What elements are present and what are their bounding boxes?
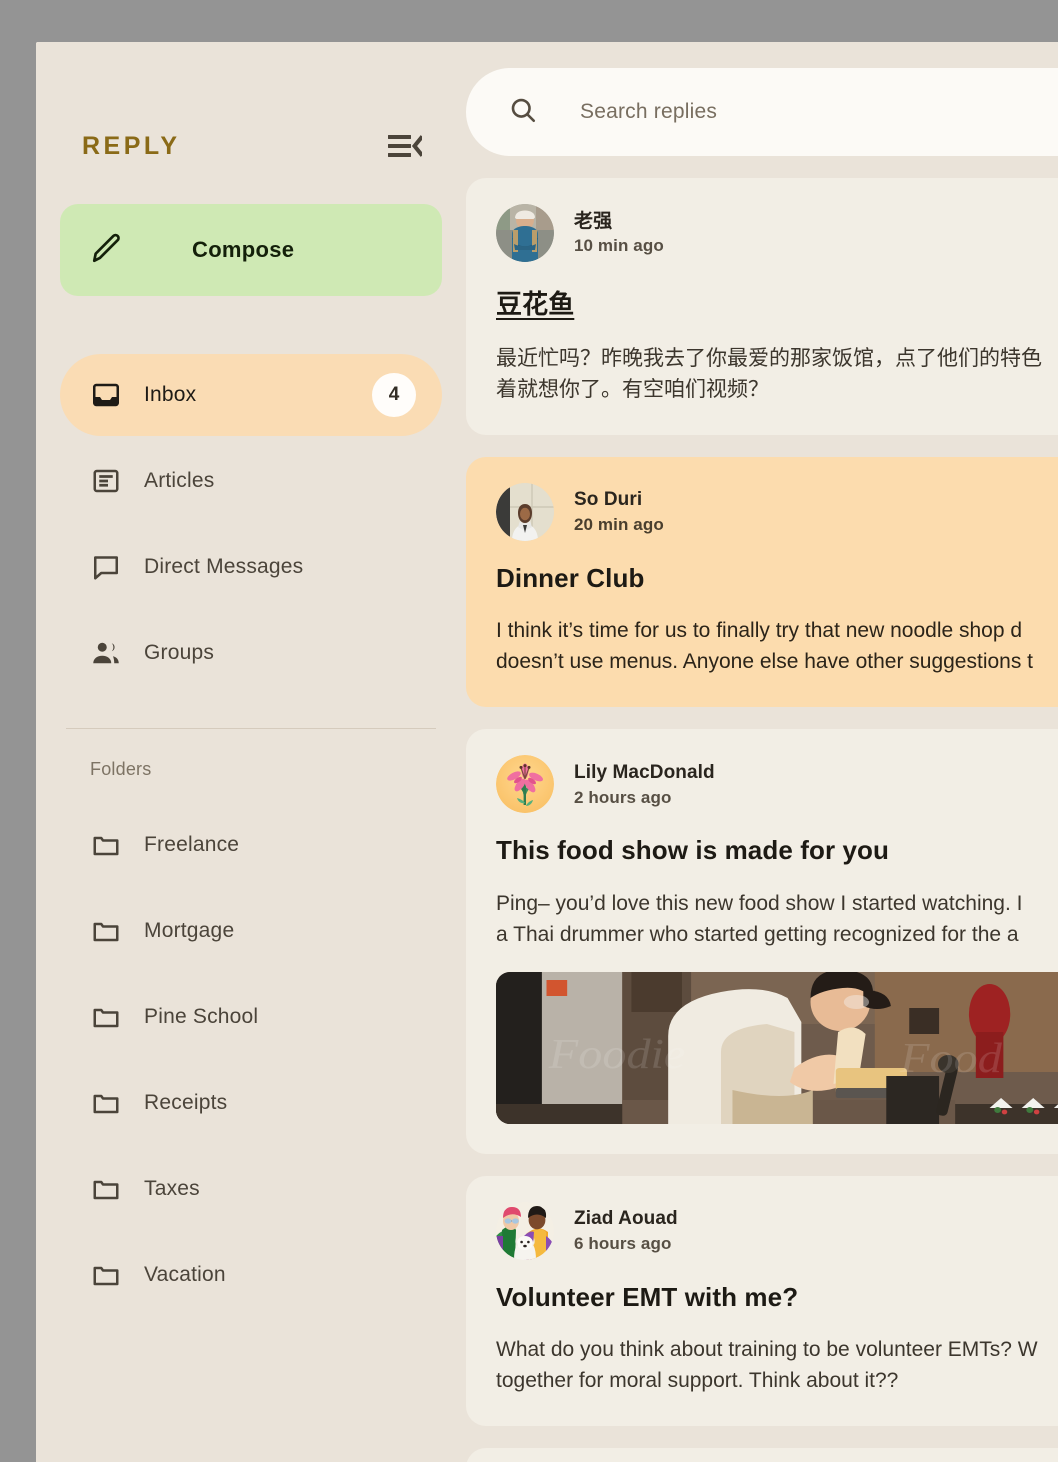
email-preview: Ping– you’d love this new food show I st… bbox=[496, 891, 1023, 946]
sidebar-folder-label: Receipts bbox=[144, 1091, 228, 1114]
sidebar: REPLY Compose Inbox 4 Articles Direct Me… bbox=[36, 42, 466, 1462]
sidebar-folder-receipts[interactable]: Receipts bbox=[60, 1060, 442, 1146]
sidebar-folder-pine-school[interactable]: Pine School bbox=[60, 974, 442, 1060]
menu-open-icon-svg bbox=[388, 135, 422, 157]
sidebar-folder-taxes[interactable]: Taxes bbox=[60, 1146, 442, 1232]
email-subject: Volunteer EMT with me? bbox=[496, 1281, 799, 1312]
sidebar-item-articles[interactable]: Articles bbox=[60, 440, 442, 522]
timestamp: 2 hours ago bbox=[574, 787, 672, 807]
folder-icon bbox=[90, 1087, 122, 1119]
article-icon bbox=[90, 465, 122, 497]
sender-block: 老强 10 min ago bbox=[574, 210, 664, 257]
email-preview: What do you think about training to be v… bbox=[496, 1338, 1038, 1393]
app-window: REPLY Compose Inbox 4 Articles Direct Me… bbox=[36, 42, 1058, 1462]
avatar bbox=[496, 755, 554, 814]
sidebar-folder-vacation[interactable]: Vacation bbox=[60, 1232, 442, 1318]
email-list-item[interactable]: 老强 10 min ago 豆花鱼 最近忙吗？昨晚我去了你最爱的那家饭馆，点了他… bbox=[466, 178, 1058, 435]
search-input[interactable]: Search replies bbox=[466, 68, 1058, 156]
sidebar-folder-label: Pine School bbox=[144, 1005, 259, 1028]
sidebar-folder-freelance[interactable]: Freelance bbox=[60, 802, 442, 888]
avatar bbox=[496, 1201, 554, 1260]
inbox-icon bbox=[90, 379, 122, 411]
folder-icon bbox=[90, 915, 122, 947]
sidebar-item-label: Groups bbox=[144, 641, 215, 664]
folder-icon bbox=[90, 829, 122, 861]
email-header: Lily MacDonald 2 hours ago bbox=[496, 755, 1058, 814]
email-subject: Dinner Club bbox=[496, 562, 645, 593]
folders-list: Freelance Mortgage Pine School Receipts … bbox=[60, 802, 442, 1318]
email-attachment-image[interactable]: Foodie Food bbox=[496, 971, 1058, 1124]
pencil-icon bbox=[90, 231, 124, 270]
svg-text:Food: Food bbox=[899, 1035, 1002, 1081]
primary-nav: Inbox 4 Articles Direct Messages Groups bbox=[60, 354, 442, 694]
sidebar-folder-mortgage[interactable]: Mortgage bbox=[60, 888, 442, 974]
menu-open-icon[interactable] bbox=[388, 134, 422, 158]
svg-text:Foodie: Foodie bbox=[548, 1031, 686, 1077]
email-header: Ziad Aouad 6 hours ago bbox=[496, 1201, 1058, 1260]
app-brand-title: REPLY bbox=[82, 131, 181, 160]
sidebar-item-label: Inbox bbox=[144, 383, 197, 406]
sidebar-divider bbox=[66, 728, 436, 729]
email-list-item[interactable] bbox=[466, 1448, 1058, 1462]
search-placeholder-text: Search replies bbox=[580, 100, 718, 123]
sidebar-item-groups[interactable]: Groups bbox=[60, 612, 442, 694]
sender-name: 老强 bbox=[574, 210, 613, 232]
sidebar-folder-label: Taxes bbox=[144, 1177, 200, 1200]
email-preview: I think it’s time for us to finally try … bbox=[496, 619, 1034, 674]
sender-block: So Duri 20 min ago bbox=[574, 488, 664, 535]
email-list-item[interactable]: Ziad Aouad 6 hours ago Volunteer EMT wit… bbox=[466, 1175, 1058, 1427]
brand-row: REPLY bbox=[60, 114, 442, 178]
folder-icon bbox=[90, 1001, 122, 1033]
sidebar-folder-label: Mortgage bbox=[144, 919, 235, 942]
sidebar-item-label: Direct Messages bbox=[144, 555, 304, 578]
timestamp: 6 hours ago bbox=[574, 1234, 672, 1254]
avatar bbox=[496, 204, 554, 262]
inbox-unread-badge: 4 bbox=[372, 373, 416, 417]
sidebar-folder-label: Vacation bbox=[144, 1263, 226, 1286]
timestamp: 20 min ago bbox=[574, 514, 664, 534]
email-list-item[interactable]: Lily MacDonald 2 hours ago This food sho… bbox=[466, 729, 1058, 1154]
email-subject: 豆花鱼 bbox=[496, 289, 575, 319]
sidebar-item-direct-messages[interactable]: Direct Messages bbox=[60, 526, 442, 608]
email-preview: 最近忙吗？昨晚我去了你最爱的那家饭馆，点了他们的特色 着就想你了。有空咱们视频？ bbox=[496, 346, 1042, 401]
sender-name: So Duri bbox=[574, 489, 643, 511]
avatar bbox=[496, 482, 554, 541]
chat-bubble-icon bbox=[90, 551, 122, 583]
folder-icon bbox=[90, 1259, 122, 1291]
search-icon bbox=[508, 95, 538, 130]
email-header: So Duri 20 min ago bbox=[496, 482, 1058, 541]
sender-name: Ziad Aouad bbox=[574, 1208, 678, 1230]
compose-button[interactable]: Compose bbox=[60, 204, 442, 296]
sidebar-item-inbox[interactable]: Inbox 4 bbox=[60, 354, 442, 436]
compose-button-label: Compose bbox=[192, 237, 295, 262]
email-list-item[interactable]: So Duri 20 min ago Dinner Club I think i… bbox=[466, 456, 1058, 708]
email-header: 老强 10 min ago bbox=[496, 204, 1058, 262]
email-subject: This food show is made for you bbox=[496, 835, 890, 866]
content-area: Search replies 老强 10 min ago 豆花鱼 最近忙吗？昨晚… bbox=[466, 42, 1058, 1462]
sender-name: Lily MacDonald bbox=[574, 761, 715, 783]
sidebar-folder-label: Freelance bbox=[144, 833, 240, 856]
people-icon bbox=[90, 637, 122, 669]
sidebar-item-label: Articles bbox=[144, 469, 215, 492]
folder-icon bbox=[90, 1173, 122, 1205]
sender-block: Ziad Aouad 6 hours ago bbox=[574, 1207, 678, 1254]
email-list: 老强 10 min ago 豆花鱼 最近忙吗？昨晚我去了你最爱的那家饭馆，点了他… bbox=[466, 178, 1058, 1462]
timestamp: 10 min ago bbox=[574, 236, 664, 256]
folders-section-label: Folders bbox=[90, 759, 152, 779]
sender-block: Lily MacDonald 2 hours ago bbox=[574, 761, 715, 808]
